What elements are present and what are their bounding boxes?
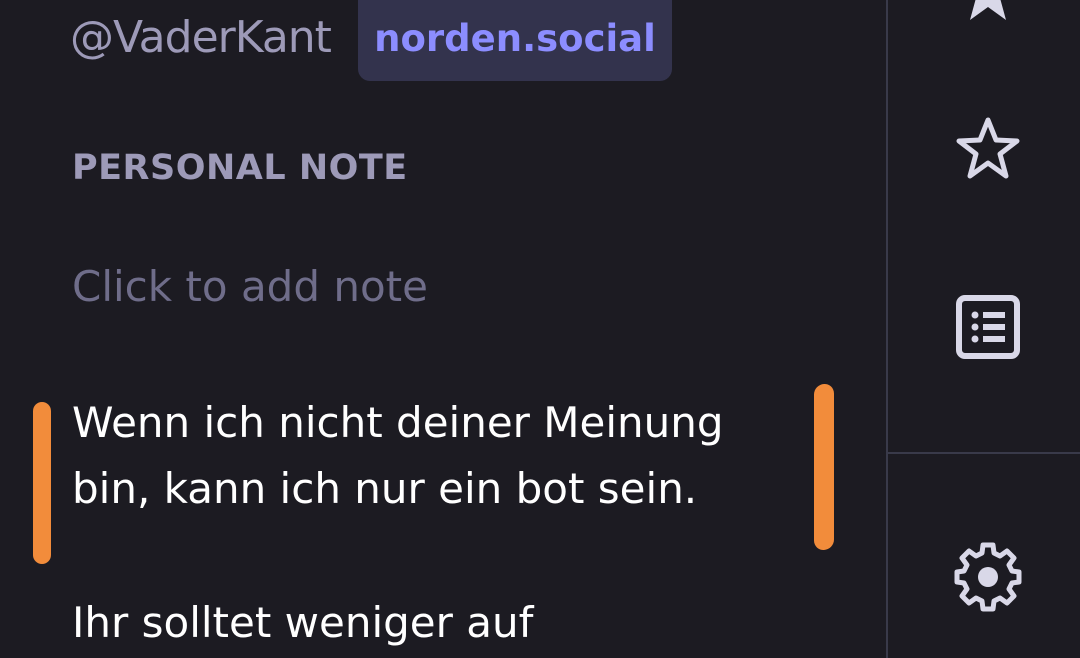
highlight-mark-left xyxy=(33,402,51,564)
settings-gear-icon[interactable] xyxy=(953,542,1023,612)
highlight-mark-right xyxy=(814,383,834,551)
lists-icon[interactable] xyxy=(953,292,1023,362)
personal-note-heading: PERSONAL NOTE xyxy=(72,148,408,188)
favourites-star-icon[interactable] xyxy=(953,114,1023,184)
personal-note-input[interactable]: Click to add note xyxy=(72,262,428,311)
bio-text: Wenn ich nicht deiner Meinung bin, kann … xyxy=(72,398,724,513)
bookmark-star-icon[interactable] xyxy=(953,0,1023,28)
rail-divider xyxy=(888,452,1080,454)
right-navigation-rail xyxy=(886,0,1080,658)
profile-panel: @VaderKant norden.social PERSONAL NOTE C… xyxy=(0,0,886,658)
account-handle: @VaderKant xyxy=(70,12,332,63)
domain-badge[interactable]: norden.social xyxy=(358,0,672,81)
bio-text-continued: Ihr solltet weniger auf xyxy=(72,598,534,647)
